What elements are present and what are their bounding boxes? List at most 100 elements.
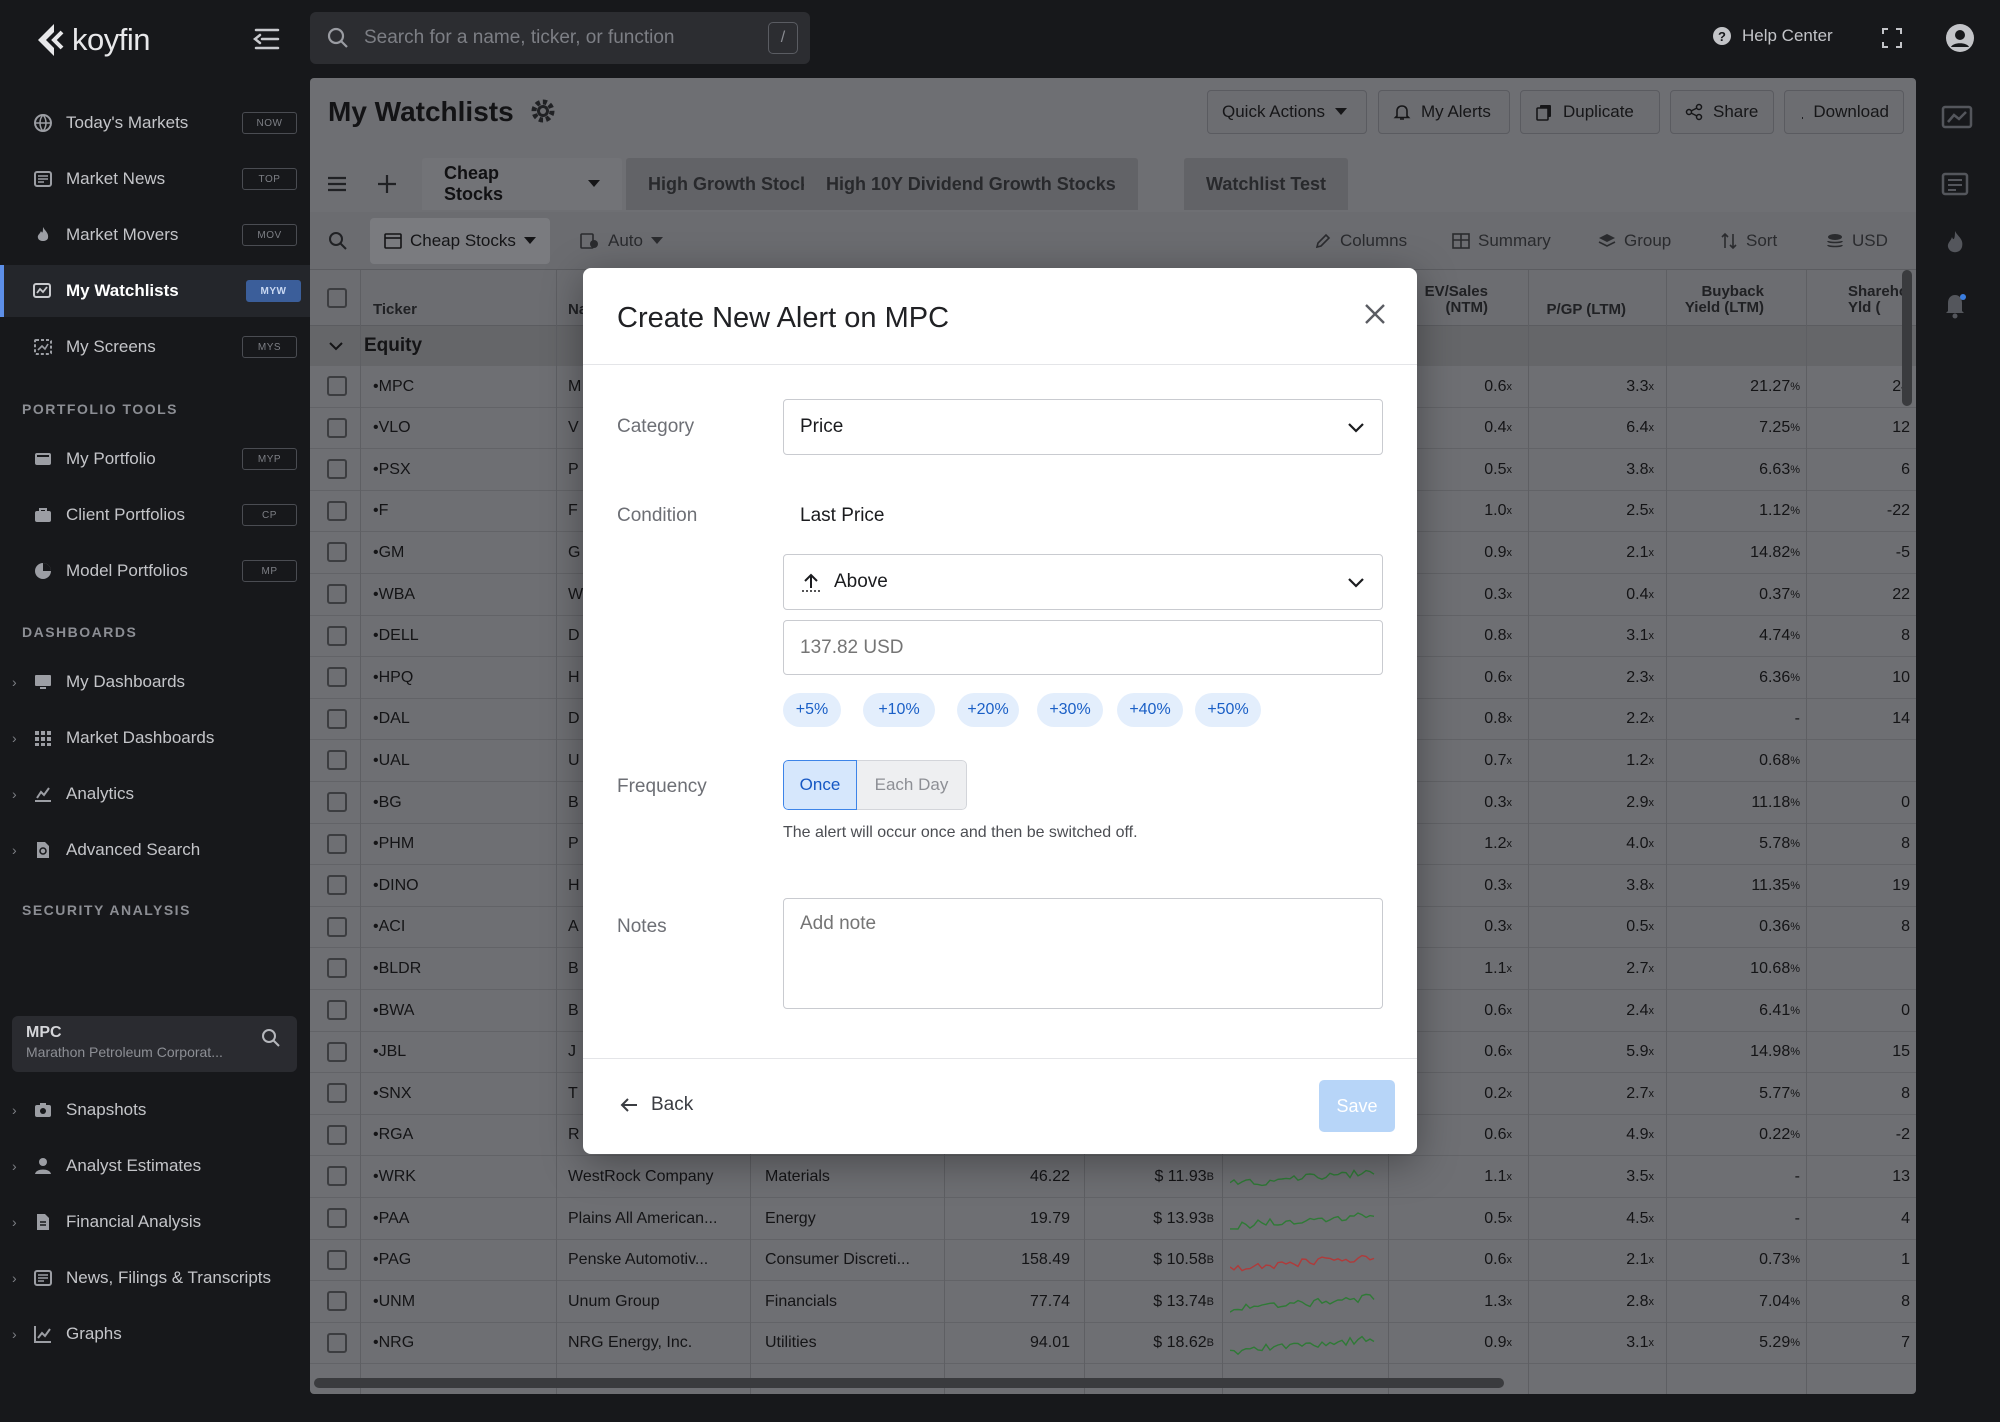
- alerts-bell-icon[interactable]: [1940, 290, 1970, 325]
- table-row[interactable]: • PAG Penske Automotiv... Consumer Discret…: [310, 1239, 1916, 1282]
- category-select[interactable]: Price: [783, 399, 1383, 455]
- sidebar-item-advanced-search[interactable]: › Advanced Search: [0, 824, 310, 876]
- cell-ticker[interactable]: • BG: [373, 782, 553, 823]
- sidebar-item-my-screens[interactable]: My Screens MYS: [0, 321, 310, 373]
- cell-ticker[interactable]: • WRK: [373, 1156, 553, 1197]
- percent-chip[interactable]: +5%: [783, 693, 841, 727]
- column-header-ticker[interactable]: Ticker: [373, 302, 417, 318]
- sidebar-item-analytics[interactable]: › Analytics: [0, 768, 310, 820]
- sidebar-item-financial-analysis[interactable]: › Financial Analysis: [0, 1196, 310, 1248]
- auto-refresh-dropdown[interactable]: Auto: [580, 212, 663, 270]
- row-checkbox[interactable]: [327, 1041, 347, 1062]
- cell-ticker[interactable]: • NRG: [373, 1323, 553, 1364]
- row-checkbox[interactable]: [327, 875, 347, 896]
- direction-select[interactable]: Above: [783, 554, 1383, 610]
- help-center-link[interactable]: ? Help Center: [1712, 26, 1833, 46]
- movers-panel-icon[interactable]: [1940, 228, 1970, 263]
- cell-ticker[interactable]: • PAA: [373, 1198, 553, 1239]
- sidebar-item-model-portfolios[interactable]: Model Portfolios MP: [0, 545, 310, 597]
- table-row[interactable]: • PAA Plains All American... Energy 19.79 $ …: [310, 1198, 1916, 1240]
- price-input[interactable]: [783, 620, 1383, 675]
- column-header-ev-sales[interactable]: EV/Sales (NTM): [1410, 284, 1488, 316]
- gear-icon[interactable]: [530, 98, 556, 129]
- tab-cheap-stocks[interactable]: Cheap Stocks: [422, 158, 622, 210]
- sidebar-item-news-filings-transcripts[interactable]: › News, Filings & Transcripts: [0, 1252, 310, 1304]
- table-row[interactable]: • NRG NRG Energy, Inc. Utilities 94.01 $ 18.…: [310, 1322, 1916, 1365]
- columns-button[interactable]: Columns: [1314, 212, 1407, 270]
- koyfin-logo[interactable]: koyfin: [34, 18, 150, 62]
- sidebar-item-market-news[interactable]: Market News TOP: [0, 153, 310, 205]
- row-checkbox[interactable]: [327, 1166, 347, 1187]
- group-button[interactable]: Group: [1598, 212, 1671, 270]
- save-button[interactable]: Save: [1319, 1080, 1395, 1132]
- sidebar-item-market-dashboards[interactable]: › Market Dashboards: [0, 712, 310, 764]
- row-checkbox[interactable]: [327, 1332, 347, 1353]
- row-checkbox[interactable]: [327, 916, 347, 937]
- row-checkbox[interactable]: [327, 833, 347, 854]
- cell-ticker[interactable]: • UNM: [373, 1281, 553, 1322]
- table-search-icon[interactable]: [328, 212, 348, 270]
- cell-ticker[interactable]: • MPC: [373, 366, 553, 407]
- row-checkbox[interactable]: [327, 1249, 347, 1270]
- percent-chip[interactable]: +40%: [1117, 693, 1183, 727]
- frequency-each-day-option[interactable]: Each Day: [857, 760, 967, 810]
- percent-chip[interactable]: +50%: [1195, 693, 1261, 727]
- cell-ticker[interactable]: • WBA: [373, 574, 553, 615]
- collapse-menu-icon[interactable]: [250, 22, 284, 56]
- sidebar-item-analyst-estimates[interactable]: › Analyst Estimates: [0, 1140, 310, 1192]
- row-checkbox[interactable]: [327, 1124, 347, 1145]
- row-checkbox[interactable]: [327, 708, 347, 729]
- cell-ticker[interactable]: • PHM: [373, 824, 553, 865]
- sidebar-item-my-dashboards[interactable]: › My Dashboards: [0, 656, 310, 708]
- select-all-checkbox[interactable]: [327, 288, 347, 308]
- frequency-once-option[interactable]: Once: [783, 760, 857, 810]
- sidebar-item-my-portfolio[interactable]: My Portfolio MYP: [0, 433, 310, 485]
- row-checkbox[interactable]: [327, 542, 347, 563]
- download-button[interactable]: Download: [1784, 90, 1904, 134]
- table-row[interactable]: • WRK WestRock Company Materials 46.22 $ 11.…: [310, 1156, 1916, 1198]
- cell-ticker[interactable]: • GM: [373, 532, 553, 573]
- tab-watchlist-test[interactable]: Watchlist Test: [1184, 158, 1349, 210]
- cell-ticker[interactable]: • BWA: [373, 990, 553, 1031]
- percent-chip[interactable]: +10%: [863, 693, 935, 727]
- row-checkbox[interactable]: [327, 792, 347, 812]
- cell-ticker[interactable]: • DELL: [373, 616, 553, 657]
- summary-button[interactable]: Summary: [1452, 212, 1551, 270]
- news-panel-icon[interactable]: [1940, 170, 1970, 205]
- currency-button[interactable]: USD: [1826, 212, 1888, 270]
- fullscreen-icon[interactable]: [1880, 26, 1904, 55]
- row-checkbox[interactable]: [327, 584, 347, 604]
- row-checkbox[interactable]: [327, 625, 347, 646]
- user-avatar-icon[interactable]: [1944, 22, 1976, 59]
- cell-ticker[interactable]: • RGA: [373, 1115, 553, 1156]
- quick-actions-button[interactable]: Quick Actions: [1207, 90, 1367, 134]
- cell-ticker[interactable]: • VLO: [373, 408, 553, 449]
- sidebar-item-market-movers[interactable]: Market Movers MOV: [0, 209, 310, 261]
- cell-ticker[interactable]: • PSX: [373, 449, 553, 490]
- row-checkbox[interactable]: [327, 667, 347, 688]
- percent-chip[interactable]: +30%: [1037, 693, 1103, 727]
- tab-high-10y-dividend-growth-stocks[interactable]: High 10Y Dividend Growth Stocks: [804, 158, 1138, 210]
- add-tab-icon[interactable]: [376, 173, 398, 200]
- vertical-scrollbar[interactable]: [1902, 270, 1912, 406]
- percent-chip[interactable]: +20%: [957, 693, 1019, 727]
- column-header-buyback-yield[interactable]: Buyback Yield (LTM): [1640, 284, 1764, 316]
- search-icon[interactable]: [261, 1028, 281, 1048]
- row-checkbox[interactable]: [327, 417, 347, 438]
- cell-ticker[interactable]: • DINO: [373, 865, 553, 906]
- duplicate-button[interactable]: Duplicate: [1520, 90, 1660, 134]
- horizontal-scrollbar[interactable]: [314, 1378, 1504, 1388]
- cell-ticker[interactable]: • HPQ: [373, 657, 553, 698]
- cell-ticker[interactable]: • JBL: [373, 1032, 553, 1073]
- back-button[interactable]: Back: [619, 1094, 693, 1116]
- table-row[interactable]: • UNM Unum Group Financials 77.74 $ 13.74 B 1.…: [310, 1281, 1916, 1323]
- row-checkbox[interactable]: [327, 958, 347, 979]
- sidebar-item-snapshots[interactable]: › Snapshots: [0, 1084, 310, 1136]
- cell-ticker[interactable]: • ACI: [373, 907, 553, 948]
- row-checkbox[interactable]: [327, 459, 347, 480]
- my-alerts-button[interactable]: My Alerts: [1378, 90, 1510, 134]
- sidebar-item-todays-markets[interactable]: Today's Markets NOW: [0, 97, 310, 149]
- row-checkbox[interactable]: [327, 1083, 347, 1104]
- notes-textarea[interactable]: [783, 898, 1383, 1009]
- share-button[interactable]: Share: [1670, 90, 1774, 134]
